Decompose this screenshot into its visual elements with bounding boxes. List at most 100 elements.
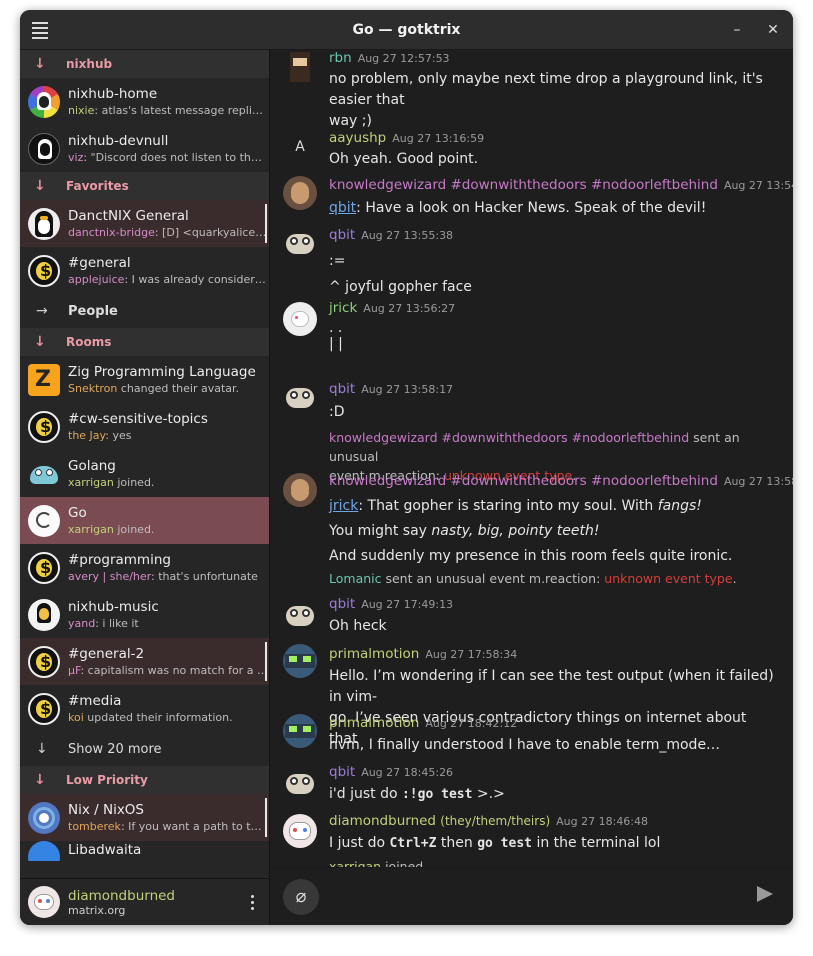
timestamp: Aug 27 13:55:38 — [361, 229, 454, 242]
room-nixhub-music[interactable]: nixhub-music yand: i like it — [20, 591, 269, 638]
room-nixhub-home[interactable]: nixhub-home nixie: atlas's latest message… — [20, 78, 269, 125]
room-avatar — [28, 841, 60, 861]
room-avatar — [28, 504, 60, 537]
room-general[interactable]: $ #general applejuice: I was already cons… — [20, 247, 269, 294]
user-avatar — [283, 380, 317, 414]
room-zig[interactable]: Z Zig Programming Language Snektron chang… — [20, 356, 269, 403]
room-avatar — [28, 458, 60, 490]
close-button[interactable]: ✕ — [761, 18, 785, 42]
author-name[interactable]: qbit — [329, 596, 355, 612]
room-avatar: $ — [28, 254, 60, 287]
hamburger-icon[interactable] — [32, 22, 48, 39]
room-list-sidebar: ↓ nixhub nixhub-home nixie: atlas's latest… — [20, 50, 270, 925]
room-preview: avery | she/her: that's unfortunate — [68, 569, 258, 583]
arrow-down-icon: ↓ — [34, 178, 46, 194]
user-avatar — [283, 714, 317, 748]
room-name: #general — [68, 254, 131, 271]
author-name[interactable]: knowledgewizard #downwiththedoors #nodoo… — [329, 473, 718, 489]
room-golang[interactable]: Golang xarrigan joined. — [20, 450, 269, 497]
section-favorites[interactable]: ↓ Favorites — [20, 172, 269, 200]
author-name[interactable]: diamondburned — [329, 813, 436, 829]
app-window: Go — gotktrix – ✕ ↓ nixhub nixhub-home nix… — [20, 10, 793, 925]
room-preview: µF: capitalism was no match for a bad… — [68, 663, 268, 677]
room-avatar — [28, 132, 60, 165]
room-cw-sensitive-topics[interactable]: $ #cw-sensitive-topics the Jay: yes — [20, 403, 269, 450]
room-preview: danctnix-bridge: [D] <quarkyalice> `… — [68, 225, 268, 239]
room-programming[interactable]: $ #programming avery | she/her: that's un… — [20, 544, 269, 591]
author-name[interactable]: qbit — [329, 227, 355, 243]
show-more-button[interactable]: ↓ Show 20 more — [20, 732, 269, 766]
timestamp: Aug 27 18:42:12 — [425, 717, 518, 730]
send-icon[interactable] — [757, 886, 773, 902]
room-preview: tomberek: If you want a path to the de… — [68, 819, 268, 833]
section-nixhub[interactable]: ↓ nixhub — [20, 50, 269, 78]
room-name: #media — [68, 692, 122, 709]
message-body: I just do Ctrl+Z then go test in the ter… — [329, 835, 661, 851]
room-preview: the Jay: yes — [68, 428, 132, 442]
author-name[interactable]: primalmotion — [329, 646, 419, 662]
user-avatar — [28, 886, 60, 918]
message-body: qbit: Have a look on Hacker News. Speak … — [329, 200, 707, 216]
room-avatar: Z — [28, 363, 60, 396]
message-view: rbn Aug 27 12:57:53 no problem, only mayb… — [271, 50, 793, 925]
message-body: nvm, I finally understood I have to enab… — [329, 737, 721, 753]
message-composer: ⌀ — [271, 867, 793, 925]
user-avatar — [283, 644, 317, 678]
room-name: #general-2 — [68, 645, 145, 662]
room-preview: Snektron changed their avatar. — [68, 381, 240, 395]
room-avatar — [28, 801, 60, 834]
room-preview: yand: i like it — [68, 616, 139, 630]
author-name[interactable]: primalmotion — [329, 715, 419, 731]
room-avatar: $ — [28, 645, 60, 678]
more-options-icon[interactable] — [251, 895, 255, 913]
user-mention[interactable]: qbit — [329, 200, 356, 216]
room-avatar — [28, 598, 60, 631]
room-name: nixhub-home — [68, 85, 158, 102]
room-libadwaita[interactable]: Libadwaita — [20, 841, 269, 861]
room-name: Libadwaita — [68, 842, 142, 858]
current-user-bar[interactable]: diamondburned matrix.org — [20, 878, 269, 925]
timestamp: Aug 27 13:56:27 — [363, 302, 456, 315]
section-people[interactable]: → People — [20, 294, 269, 328]
author-name[interactable]: aayushp — [329, 130, 386, 146]
timestamp: Aug 27 13:16:59 — [392, 132, 485, 145]
room-danctnix-general[interactable]: DanctNIX General danctnix-bridge: [D] <qu… — [20, 200, 269, 247]
timeline: rbn Aug 27 12:57:53 no problem, only mayb… — [271, 50, 793, 867]
pronouns: (they/them/theirs) — [440, 814, 551, 828]
user-mention[interactable]: jrick — [329, 498, 358, 514]
author-name[interactable]: jrick — [329, 300, 357, 316]
room-avatar — [28, 85, 60, 118]
room-avatar — [28, 207, 60, 240]
minimize-button[interactable]: – — [725, 18, 749, 42]
section-rooms[interactable]: ↓ Rooms — [20, 328, 269, 356]
room-name: #cw-sensitive-topics — [68, 410, 208, 427]
user-avatar — [283, 766, 317, 800]
timestamp: Aug 27 18:46:48 — [556, 815, 649, 828]
room-nixhub-devnull[interactable]: nixhub-devnull viz: "Discord does not lis… — [20, 125, 269, 172]
paperclip-icon[interactable]: ⌀ — [283, 879, 319, 915]
message-body: . . | | — [329, 320, 343, 352]
author-name[interactable]: qbit — [329, 381, 355, 397]
room-general-2[interactable]: $ #general-2 µF: capitalism was no match … — [20, 638, 269, 685]
timestamp: Aug 27 13:54:35 — [723, 179, 793, 192]
room-name: nixhub-music — [68, 598, 159, 615]
user-avatar — [283, 598, 317, 632]
message-body: := ^ joyful gopher face — [329, 253, 472, 295]
user-avatar — [283, 302, 317, 336]
room-name: Go — [68, 504, 87, 521]
author-name[interactable]: rbn — [329, 50, 352, 66]
section-low-priority[interactable]: ↓ Low Priority — [20, 766, 269, 794]
room-nixos[interactable]: Nix / NixOS tomberek: If you want a path … — [20, 794, 269, 841]
title-bar: Go — gotktrix – ✕ — [20, 10, 793, 50]
room-media[interactable]: $ #media koi updated their information. — [20, 685, 269, 732]
room-preview: koi updated their information. — [68, 710, 233, 724]
message-body: i'd just do :!go test >.> — [329, 786, 505, 802]
room-go[interactable]: Go xarrigan joined. — [20, 497, 269, 544]
user-avatar — [283, 226, 317, 260]
author-name[interactable]: qbit — [329, 764, 355, 780]
room-preview: viz: "Discord does not listen to the pe… — [68, 150, 268, 164]
timestamp: Aug 27 18:45:26 — [361, 766, 454, 779]
room-preview: xarrigan joined. — [68, 522, 155, 536]
author-name[interactable]: knowledgewizard #downwiththedoors #nodoo… — [329, 177, 718, 193]
room-avatar: $ — [28, 692, 60, 725]
